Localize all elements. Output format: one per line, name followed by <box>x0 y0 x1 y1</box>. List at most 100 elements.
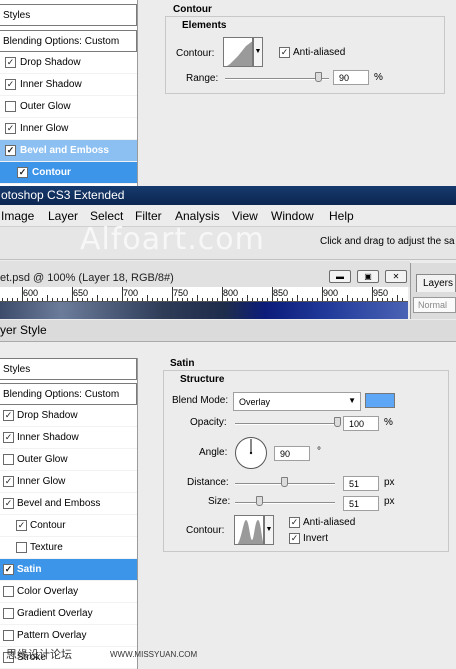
bottom-styles-header[interactable]: Styles <box>0 358 137 380</box>
top-outer-glow-checkbox[interactable] <box>5 101 16 112</box>
top-style-contour[interactable]: ✓ Contour <box>0 162 137 184</box>
bottom-style-bevel-emboss[interactable]: ✓ Bevel and Emboss <box>0 493 137 515</box>
top-styles-header[interactable]: Styles <box>0 4 137 26</box>
top-blending-options[interactable]: Blending Options: Custom <box>0 30 137 52</box>
satin-contour-dropdown[interactable]: ▼ <box>264 515 274 545</box>
satin-anti-aliased-checkbox[interactable]: ✓ <box>289 517 300 528</box>
bottom-color-overlay-label: Color Overlay <box>17 586 79 597</box>
bottom-contour-checkbox[interactable]: ✓ <box>16 520 27 531</box>
ruler-tick <box>377 298 378 301</box>
ruler-tick <box>327 298 328 301</box>
ruler-tick <box>222 287 223 301</box>
menu-filter[interactable]: Filter <box>135 209 162 223</box>
bottom-inner-shadow-checkbox[interactable]: ✓ <box>3 432 14 443</box>
ruler-tick <box>62 298 63 301</box>
layers-blend-select[interactable]: Normal <box>413 297 456 313</box>
bottom-drop-shadow-checkbox[interactable]: ✓ <box>3 410 14 421</box>
bottom-style-inner-glow[interactable]: ✓ Inner Glow <box>0 471 137 493</box>
top-style-inner-glow[interactable]: ✓ Inner Glow <box>0 118 137 140</box>
close-button[interactable]: ✕ <box>385 270 407 283</box>
restore-button[interactable]: ▣ <box>357 270 379 283</box>
ruler-label: 650 <box>73 288 89 298</box>
top-inner-glow-checkbox[interactable]: ✓ <box>5 123 16 134</box>
layers-tab[interactable]: Layers <box>416 274 456 292</box>
bottom-style-satin[interactable]: ✓ Satin <box>0 559 137 581</box>
bottom-bevel-emboss-checkbox[interactable]: ✓ <box>3 498 14 509</box>
ruler-tick <box>237 298 238 301</box>
bottom-style-drop-shadow[interactable]: ✓ Drop Shadow <box>0 405 137 427</box>
top-contour-checkbox[interactable]: ✓ <box>17 167 28 178</box>
opacity-thumb[interactable] <box>334 417 341 427</box>
bottom-style-texture[interactable]: Texture <box>0 537 137 559</box>
ruler-tick <box>202 298 203 301</box>
top-style-inner-shadow[interactable]: ✓ Inner Shadow <box>0 74 137 96</box>
top-inner-shadow-checkbox[interactable]: ✓ <box>5 79 16 90</box>
menu-analysis[interactable]: Analysis <box>175 209 220 223</box>
canvas-area[interactable] <box>0 302 408 319</box>
top-style-outer-glow[interactable]: Outer Glow <box>0 96 137 118</box>
satin-color-swatch[interactable] <box>365 393 395 408</box>
blend-mode-select[interactable]: Overlay ▼ <box>233 392 361 411</box>
top-group-title: Elements <box>182 20 227 31</box>
menu-window[interactable]: Window <box>271 209 314 223</box>
opacity-input[interactable]: 100 <box>343 416 379 431</box>
bottom-texture-checkbox[interactable] <box>16 542 27 553</box>
top-contour-dropdown[interactable]: ▼ <box>253 37 263 67</box>
top-bevel-emboss-checkbox[interactable]: ✓ <box>5 145 16 156</box>
bottom-pattern-overlay-label: Pattern Overlay <box>17 630 87 641</box>
size-input[interactable]: 51 <box>343 496 379 511</box>
contour-curve-icon <box>227 41 252 66</box>
top-range-unit: % <box>374 72 383 83</box>
ruler-label: 850 <box>273 288 289 298</box>
angle-input[interactable]: 90 <box>274 446 310 461</box>
distance-thumb[interactable] <box>281 477 288 487</box>
top-range-input[interactable]: 90 <box>333 70 369 85</box>
ruler-tick <box>217 298 218 301</box>
ruler-tick <box>357 298 358 301</box>
angle-dial[interactable] <box>234 436 268 470</box>
bottom-gradient-overlay-label: Gradient Overlay <box>17 608 93 619</box>
menu-layer[interactable]: Layer <box>48 209 78 223</box>
top-style-bevel-emboss[interactable]: ✓ Bevel and Emboss <box>0 140 137 162</box>
ruler-tick <box>17 298 18 301</box>
invert-checkbox[interactable]: ✓ <box>289 533 300 544</box>
top-style-drop-shadow[interactable]: ✓ Drop Shadow <box>0 52 137 74</box>
opacity-slider[interactable] <box>235 423 338 425</box>
ruler-tick <box>292 298 293 301</box>
bottom-satin-checkbox[interactable]: ✓ <box>3 564 14 575</box>
size-thumb[interactable] <box>256 496 263 506</box>
top-drop-shadow-checkbox[interactable]: ✓ <box>5 57 16 68</box>
bottom-pattern-overlay-checkbox[interactable] <box>3 630 14 641</box>
bottom-style-outer-glow[interactable]: Outer Glow <box>0 449 137 471</box>
menu-image[interactable]: Image <box>1 209 34 223</box>
bottom-gradient-overlay-checkbox[interactable] <box>3 608 14 619</box>
bottom-color-overlay-checkbox[interactable] <box>3 586 14 597</box>
menu-view[interactable]: View <box>232 209 258 223</box>
ruler-tick <box>287 298 288 301</box>
size-slider[interactable] <box>235 502 335 504</box>
ruler-tick <box>192 298 193 301</box>
top-blending-options-label: Blending Options: Custom <box>3 36 120 47</box>
bottom-texture-label: Texture <box>30 542 63 553</box>
bottom-outer-glow-checkbox[interactable] <box>3 454 14 465</box>
document-title: et.psd @ 100% (Layer 18, RGB/8#) <box>0 272 174 284</box>
bottom-style-contour[interactable]: ✓ Contour <box>0 515 137 537</box>
bottom-inner-glow-checkbox[interactable]: ✓ <box>3 476 14 487</box>
top-range-slider[interactable] <box>225 78 329 80</box>
ruler-tick <box>367 298 368 301</box>
top-anti-aliased-checkbox[interactable]: ✓ <box>279 47 290 58</box>
top-anti-aliased-label: Anti-aliased <box>293 47 346 58</box>
menu-help[interactable]: Help <box>329 209 354 223</box>
bottom-style-gradient-overlay[interactable]: Gradient Overlay <box>0 603 137 625</box>
minimize-button[interactable]: ▬ <box>329 270 351 283</box>
bottom-blending-options[interactable]: Blending Options: Custom <box>0 383 137 405</box>
bottom-style-inner-shadow[interactable]: ✓ Inner Shadow <box>0 427 137 449</box>
satin-contour-picker[interactable] <box>234 515 264 545</box>
bottom-style-color-overlay[interactable]: Color Overlay <box>0 581 137 603</box>
top-range-thumb[interactable] <box>314 72 322 82</box>
menu-select[interactable]: Select <box>90 209 123 223</box>
top-contour-picker[interactable] <box>223 37 253 67</box>
distance-input[interactable]: 51 <box>343 476 379 491</box>
angle-dial-icon <box>235 437 267 469</box>
bottom-style-pattern-overlay[interactable]: Pattern Overlay <box>0 625 137 647</box>
